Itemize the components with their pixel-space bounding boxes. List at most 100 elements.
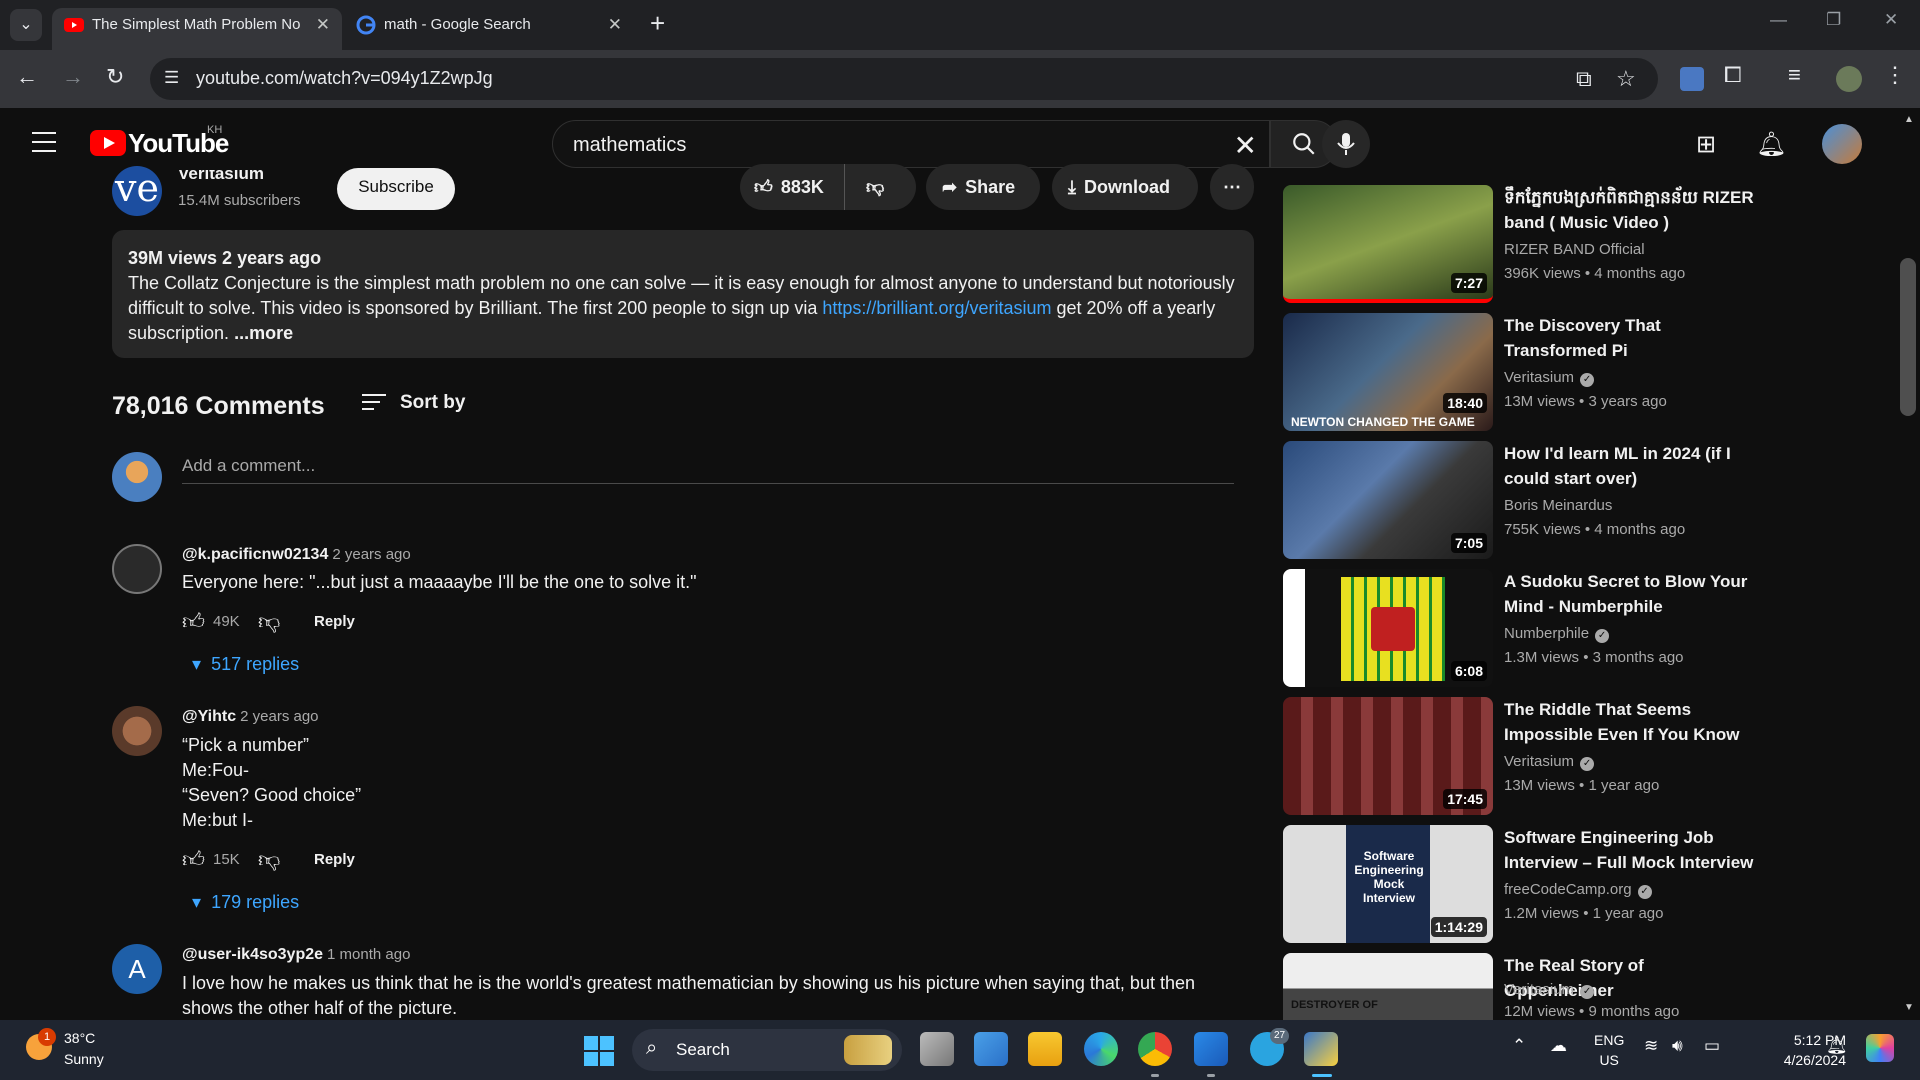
- guide-menu-icon[interactable]: [32, 132, 56, 152]
- file-explorer-icon[interactable]: [1028, 1032, 1062, 1066]
- wifi-icon[interactable]: ≋: [1644, 1036, 1658, 1056]
- video-channel[interactable]: Veritasium ✓: [1504, 981, 1595, 999]
- comment-time[interactable]: 1 month ago: [327, 946, 410, 963]
- related-video[interactable]: DESTROYER OF The Real Story of Oppenheim…: [1283, 953, 1763, 1020]
- search-input[interactable]: mathematics ✕: [552, 120, 1270, 168]
- more-actions-icon[interactable]: ⋯: [1210, 164, 1254, 210]
- input-language[interactable]: ENG US: [1594, 1030, 1624, 1070]
- forward-icon[interactable]: →: [62, 64, 84, 90]
- channel-name[interactable]: Veritasium: [1504, 753, 1574, 770]
- video-description[interactable]: 39M views 2 years ago The Collatz Conjec…: [112, 230, 1254, 358]
- view-replies-button[interactable]: ▾ 179 replies: [192, 892, 299, 913]
- comment-author[interactable]: @k.pacificnw02134 2 years ago: [182, 546, 411, 564]
- create-video-icon[interactable]: ⊞: [1696, 130, 1716, 159]
- video-thumbnail[interactable]: 17:45: [1283, 697, 1493, 815]
- extensions-icon[interactable]: ⧠: [1724, 62, 1742, 88]
- tab-google-search[interactable]: math - Google Search ✕: [344, 8, 634, 50]
- channel-name[interactable]: Veritasium: [1504, 981, 1574, 998]
- video-title[interactable]: ទឹកភ្នែកបងស្រក់ពិតជាគ្មានន័យ RIZER band …: [1504, 185, 1756, 235]
- video-thumbnail[interactable]: 6:08: [1283, 569, 1493, 687]
- video-thumbnail[interactable]: NEWTON CHANGED THE GAME 18:40: [1283, 313, 1493, 431]
- related-video[interactable]: NEWTON CHANGED THE GAME 18:40 The Discov…: [1283, 313, 1763, 431]
- account-avatar[interactable]: [1822, 124, 1862, 164]
- thumbs-down-icon[interactable]: 👎︎: [258, 608, 280, 635]
- comment-author[interactable]: @user-ik4so3yp2e 1 month ago: [182, 946, 410, 964]
- thumbs-up-icon[interactable]: 👍︎: [182, 846, 205, 873]
- bookmark-star-icon[interactable]: ☆: [1616, 66, 1636, 92]
- notification-bell-icon[interactable]: 🔔︎: [1826, 1036, 1848, 1056]
- video-thumbnail[interactable]: DESTROYER OF: [1283, 953, 1493, 1020]
- related-video[interactable]: Software Engineering Mock Interview 1:14…: [1283, 825, 1763, 943]
- reload-icon[interactable]: ↻: [106, 64, 124, 90]
- video-channel[interactable]: Veritasium ✓: [1504, 753, 1595, 771]
- task-view-icon[interactable]: [920, 1032, 954, 1066]
- author-handle[interactable]: @user-ik4so3yp2e: [182, 946, 323, 963]
- weather-condition[interactable]: Sunny: [64, 1051, 104, 1067]
- video-channel[interactable]: freeCodeCamp.org ✓: [1504, 881, 1652, 899]
- related-video[interactable]: 6:08 A Sudoku Secret to Blow Your Mind -…: [1283, 569, 1763, 687]
- video-thumbnail[interactable]: Software Engineering Mock Interview 1:14…: [1283, 825, 1493, 943]
- comment-time[interactable]: 2 years ago: [240, 708, 318, 725]
- copilot-icon[interactable]: [1866, 1034, 1894, 1062]
- volume-icon[interactable]: 🔊︎: [1672, 1036, 1683, 1056]
- scroll-up-arrow-icon[interactable]: ▲: [1904, 114, 1914, 125]
- profile-avatar[interactable]: [1836, 66, 1862, 92]
- chrome-browser-icon[interactable]: [1138, 1032, 1172, 1066]
- subscribe-button[interactable]: Subscribe: [337, 168, 455, 210]
- onedrive-cloud-icon[interactable]: ☁: [1550, 1036, 1567, 1056]
- translate-extension-icon[interactable]: [1680, 67, 1704, 91]
- video-channel[interactable]: RIZER BAND Official: [1504, 241, 1645, 258]
- search-query[interactable]: mathematics: [573, 134, 686, 157]
- avatar[interactable]: A: [112, 944, 162, 994]
- vscode-icon[interactable]: [1194, 1032, 1228, 1066]
- close-window-icon[interactable]: ✕: [1884, 10, 1898, 30]
- avatar[interactable]: [112, 544, 162, 594]
- new-tab-icon[interactable]: +: [650, 8, 665, 39]
- weather-temperature[interactable]: 38°C: [64, 1030, 95, 1046]
- minimize-icon[interactable]: —: [1770, 10, 1787, 30]
- microsoft-store-icon[interactable]: [974, 1032, 1008, 1066]
- video-title[interactable]: Software Engineering Job Interview – Ful…: [1504, 825, 1756, 875]
- edge-browser-icon[interactable]: [1084, 1032, 1118, 1066]
- sort-comments-button[interactable]: Sort by: [362, 392, 465, 414]
- battery-icon[interactable]: ▭: [1704, 1036, 1720, 1056]
- scroll-down-arrow-icon[interactable]: ▼: [1904, 1002, 1914, 1013]
- media-control-icon[interactable]: ≡: [1788, 62, 1801, 88]
- author-handle[interactable]: @k.pacificnw02134: [182, 546, 328, 563]
- related-video[interactable]: 17:45 The Riddle That Seems Impossible E…: [1283, 697, 1763, 815]
- channel-name[interactable]: Numberphile: [1504, 625, 1589, 642]
- comment-time[interactable]: 2 years ago: [332, 546, 410, 563]
- video-channel[interactable]: Veritasium ✓: [1504, 369, 1595, 387]
- video-title[interactable]: How I'd learn ML in 2024 (if I could sta…: [1504, 441, 1756, 491]
- close-tab-icon[interactable]: ✕: [316, 8, 330, 42]
- clear-search-icon[interactable]: ✕: [1234, 129, 1257, 162]
- view-replies-button[interactable]: ▾ 517 replies: [192, 654, 299, 675]
- url-text[interactable]: youtube.com/watch?v=094y1Z2wpJg: [196, 68, 493, 89]
- windows-start-icon[interactable]: [584, 1036, 614, 1066]
- add-comment-input[interactable]: Add a comment...: [182, 456, 1234, 484]
- reply-button[interactable]: Reply: [314, 851, 355, 868]
- related-video[interactable]: 7:27 ទឹកភ្នែកបងស្រក់ពិតជាគ្មានន័យ RIZER …: [1283, 185, 1763, 303]
- video-thumbnail[interactable]: 7:05: [1283, 441, 1493, 559]
- related-video[interactable]: 7:05 How I'd learn ML in 2024 (if I coul…: [1283, 441, 1763, 559]
- video-channel[interactable]: Numberphile ✓: [1504, 625, 1610, 643]
- video-title[interactable]: A Sudoku Secret to Blow Your Mind - Numb…: [1504, 569, 1756, 619]
- youtube-logo-icon[interactable]: [90, 130, 126, 156]
- tab-search-button[interactable]: ⌄: [10, 9, 42, 41]
- close-tab-icon[interactable]: ✕: [608, 8, 622, 42]
- open-in-app-icon[interactable]: ⧉: [1576, 66, 1592, 92]
- voice-search-button[interactable]: [1322, 120, 1370, 168]
- site-info-icon[interactable]: ☰: [164, 68, 179, 88]
- taskbar-search[interactable]: ⌕ Search: [632, 1029, 902, 1071]
- channel-name[interactable]: Veritasium: [1504, 369, 1574, 386]
- video-channel[interactable]: Boris Meinardus: [1504, 497, 1612, 514]
- share-button[interactable]: ➦ Share: [926, 164, 1040, 210]
- video-title[interactable]: The Discovery That Transformed Pi: [1504, 313, 1756, 363]
- channel-avatar[interactable]: ve: [112, 166, 162, 216]
- comment-author[interactable]: @Yihtc 2 years ago: [182, 708, 319, 726]
- address-bar[interactable]: ☰ youtube.com/watch?v=094y1Z2wpJg ⧉ ☆: [150, 58, 1658, 100]
- video-thumbnail[interactable]: 7:27: [1283, 185, 1493, 303]
- thumbs-up-icon[interactable]: 👍︎: [182, 608, 205, 635]
- back-icon[interactable]: ←: [16, 64, 38, 90]
- page-scrollbar-thumb[interactable]: [1900, 258, 1916, 416]
